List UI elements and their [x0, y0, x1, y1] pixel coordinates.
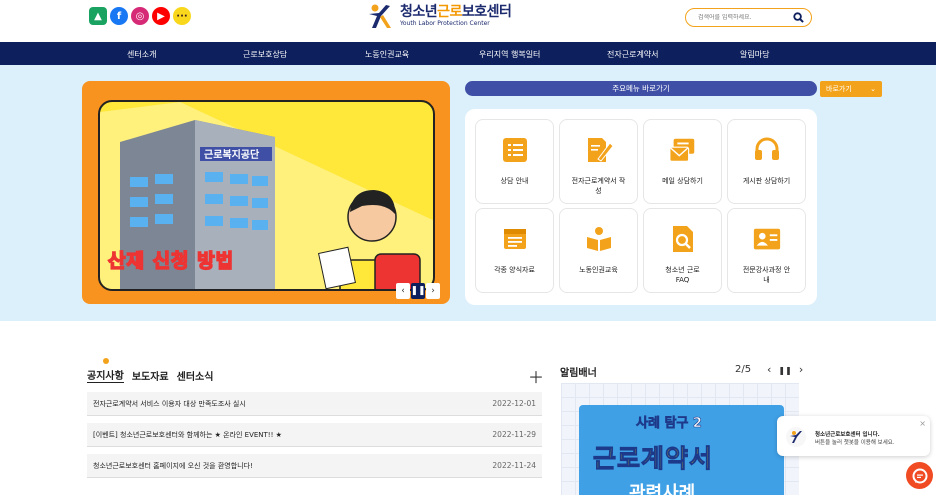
board-tabs: 공지사항 보도자료 센터소식 — [87, 358, 214, 383]
nav-item-e-contract[interactable]: 전자근로계약서 — [607, 49, 659, 60]
notice-date: 2022-11-29 — [492, 430, 536, 439]
alarm-card-tag: 사례 탐구 2 — [636, 416, 703, 432]
hero-section: 근로복지공단 산재 신청 방법 ‹ ❚❚ › 주요메뉴 바로가기 바로가기 ⌄ … — [0, 65, 936, 321]
quick-item-label: 노동인권교육 — [579, 266, 618, 274]
quick-item-e-contract[interactable]: 전자근로계약서 작성 — [559, 119, 638, 204]
nav-item-labor-rights-edu[interactable]: 노동인권교육 — [365, 49, 409, 60]
quick-item-label: 전문강사과정 안내 — [742, 266, 791, 284]
notice-date: 2022-12-01 — [492, 399, 536, 408]
id-card-icon — [752, 224, 782, 254]
notice-row[interactable]: 청소년근로보호센터 홈페이지에 오신 것을 환영합니다! 2022-11-24 — [87, 454, 542, 478]
social-links: ▲ f ◎ ▶ ··· — [89, 7, 191, 25]
quick-item-label: 청소년 근로 FAQ — [665, 266, 700, 284]
quick-item-board-counsel[interactable]: 게시판 상담하기 — [727, 119, 806, 204]
notice-row[interactable]: 전자근로계약서 서비스 이용자 대상 만족도조사 실시 2022-12-01 — [87, 392, 542, 416]
nav-item-center-intro[interactable]: 센터소개 — [127, 49, 156, 60]
nav-item-labor-counsel[interactable]: 근로보호상담 — [243, 49, 287, 60]
top-bar: ▲ f ◎ ▶ ··· 청소년근로보호센터 Youth Labor Protec… — [0, 0, 936, 42]
search-box — [685, 8, 812, 27]
chat-icon — [912, 468, 927, 483]
banner-building-sign: 근로복지공단 — [204, 148, 260, 161]
main-banner[interactable]: 근로복지공단 산재 신청 방법 ‹ ❚❚ › — [82, 81, 450, 304]
kakaotalk-icon[interactable]: ··· — [173, 7, 191, 25]
alarm-card-main: 근로계약서 — [592, 444, 714, 474]
instagram-icon[interactable]: ◎ — [131, 7, 149, 25]
tab-center-news[interactable]: 센터소식 — [177, 368, 214, 383]
quick-item-mail-counsel[interactable]: 메일 상담하기 — [643, 119, 722, 204]
chatbot-subtitle: 버튼을 눌러 챗봇을 이용해 보세요. — [815, 440, 895, 446]
search-icon — [792, 12, 804, 23]
active-dot — [103, 358, 109, 364]
edu-icon[interactable]: ▲ — [89, 7, 107, 25]
close-icon[interactable]: × — [919, 419, 926, 428]
quick-item-label: 상담 안내 — [500, 177, 529, 185]
quick-menu-bar: 주요메뉴 바로가기 — [465, 81, 817, 96]
list-icon — [500, 135, 530, 165]
nav-item-local-workplace[interactable]: 우리지역 행복일터 — [479, 49, 540, 60]
chatbot-button[interactable] — [906, 462, 933, 489]
logo-title: 청소년근로보호센터 — [400, 4, 512, 20]
quick-menu-panel: 상담 안내 전자근로계약서 작성 메일 상담하기 게시판 상담하기 각종 양식자… — [465, 109, 817, 305]
chatbot-title: 청소년근로보호센터 입니다. — [815, 432, 880, 438]
book-person-icon — [584, 224, 614, 254]
notice-title: [이벤트] 청소년근로보호센터와 함께하는 ★ 온라인 EVENT!! ★ — [93, 430, 282, 439]
chatbot-avatar — [786, 427, 806, 447]
logo-subtitle: Youth Labor Protection Center — [400, 20, 490, 27]
notice-row[interactable]: [이벤트] 청소년근로보호센터와 함께하는 ★ 온라인 EVENT!! ★ 20… — [87, 423, 542, 447]
tab-notices[interactable]: 공지사항 — [87, 358, 124, 383]
search-button[interactable] — [791, 11, 805, 25]
youtube-icon[interactable]: ▶ — [152, 7, 170, 25]
quick-item-label: 메일 상담하기 — [662, 177, 703, 185]
nav-item-notice-board[interactable]: 알림마당 — [740, 49, 769, 60]
faq-search-icon — [668, 224, 698, 254]
quick-item-label: 전자근로계약서 작성 — [571, 177, 626, 195]
chevron-down-icon: ⌄ — [870, 85, 876, 93]
pause-icon[interactable]: ❚❚ — [410, 283, 426, 299]
lower-section: 공지사항 보도자료 센터소식 ＋ 전자근로계약서 서비스 이용자 대상 만족도조… — [0, 321, 936, 495]
alarm-card-sub: 관련사례 — [629, 483, 696, 495]
quick-item-label: 각종 양식자료 — [494, 266, 535, 274]
quick-item-faq[interactable]: 청소년 근로 FAQ — [643, 208, 722, 293]
quick-item-counsel-guide[interactable]: 상담 안내 — [475, 119, 554, 204]
alarm-banner-slide[interactable]: 사례 탐구 2 근로계약서 관련사례 — [561, 383, 799, 495]
more-plus-icon[interactable]: ＋ — [528, 364, 544, 388]
alarm-controls: ‹ ❚❚ › — [767, 363, 803, 378]
notice-date: 2022-11-24 — [492, 461, 536, 470]
tab-press[interactable]: 보도자료 — [132, 368, 169, 383]
logo-mark-icon — [366, 2, 394, 30]
site-logo[interactable]: 청소년근로보호센터 Youth Labor Protection Center — [366, 2, 512, 30]
headset-icon — [752, 135, 782, 165]
banner-slider-controls: ‹ ❚❚ › — [396, 283, 440, 299]
alarm-counter: 2/5 — [735, 364, 752, 375]
next-icon[interactable]: › — [426, 283, 440, 299]
notice-title: 전자근로계약서 서비스 이용자 대상 만족도조사 실시 — [93, 399, 246, 408]
quick-item-forms[interactable]: 각종 양식자료 — [475, 208, 554, 293]
pause-icon[interactable]: ❚❚ — [778, 363, 791, 378]
goto-label: 바로가기 — [826, 85, 852, 93]
facebook-icon[interactable]: f — [110, 7, 128, 25]
notice-title: 청소년근로보호센터 홈페이지에 오신 것을 환영합니다! — [93, 461, 253, 470]
goto-dropdown[interactable]: 바로가기 ⌄ — [820, 81, 882, 97]
chatbot-popup[interactable]: 청소년근로보호센터 입니다. 버튼을 눌러 챗봇을 이용해 보세요. × — [777, 416, 930, 456]
banner-title: 산재 신청 방법 — [107, 249, 235, 273]
mail-icon — [668, 135, 698, 165]
prev-icon[interactable]: ‹ — [396, 283, 410, 299]
alarm-card: 사례 탐구 2 근로계약서 관련사례 — [579, 405, 784, 495]
quick-item-instructor[interactable]: 전문강사과정 안내 — [727, 208, 806, 293]
next-icon[interactable]: › — [799, 363, 803, 378]
quick-item-label: 게시판 상담하기 — [742, 177, 791, 185]
pen-doc-icon — [584, 135, 614, 165]
banner-illustration: 근로복지공단 산재 신청 방법 — [98, 100, 435, 291]
main-nav: 센터소개 근로보호상담 노동인권교육 우리지역 행복일터 전자근로계약서 알림마… — [0, 42, 936, 65]
quick-item-labor-edu[interactable]: 노동인권교육 — [559, 208, 638, 293]
alarm-banner-title: 알림배너 — [560, 368, 597, 379]
form-icon — [500, 224, 530, 254]
prev-icon[interactable]: ‹ — [767, 363, 771, 378]
search-input[interactable] — [698, 14, 792, 21]
